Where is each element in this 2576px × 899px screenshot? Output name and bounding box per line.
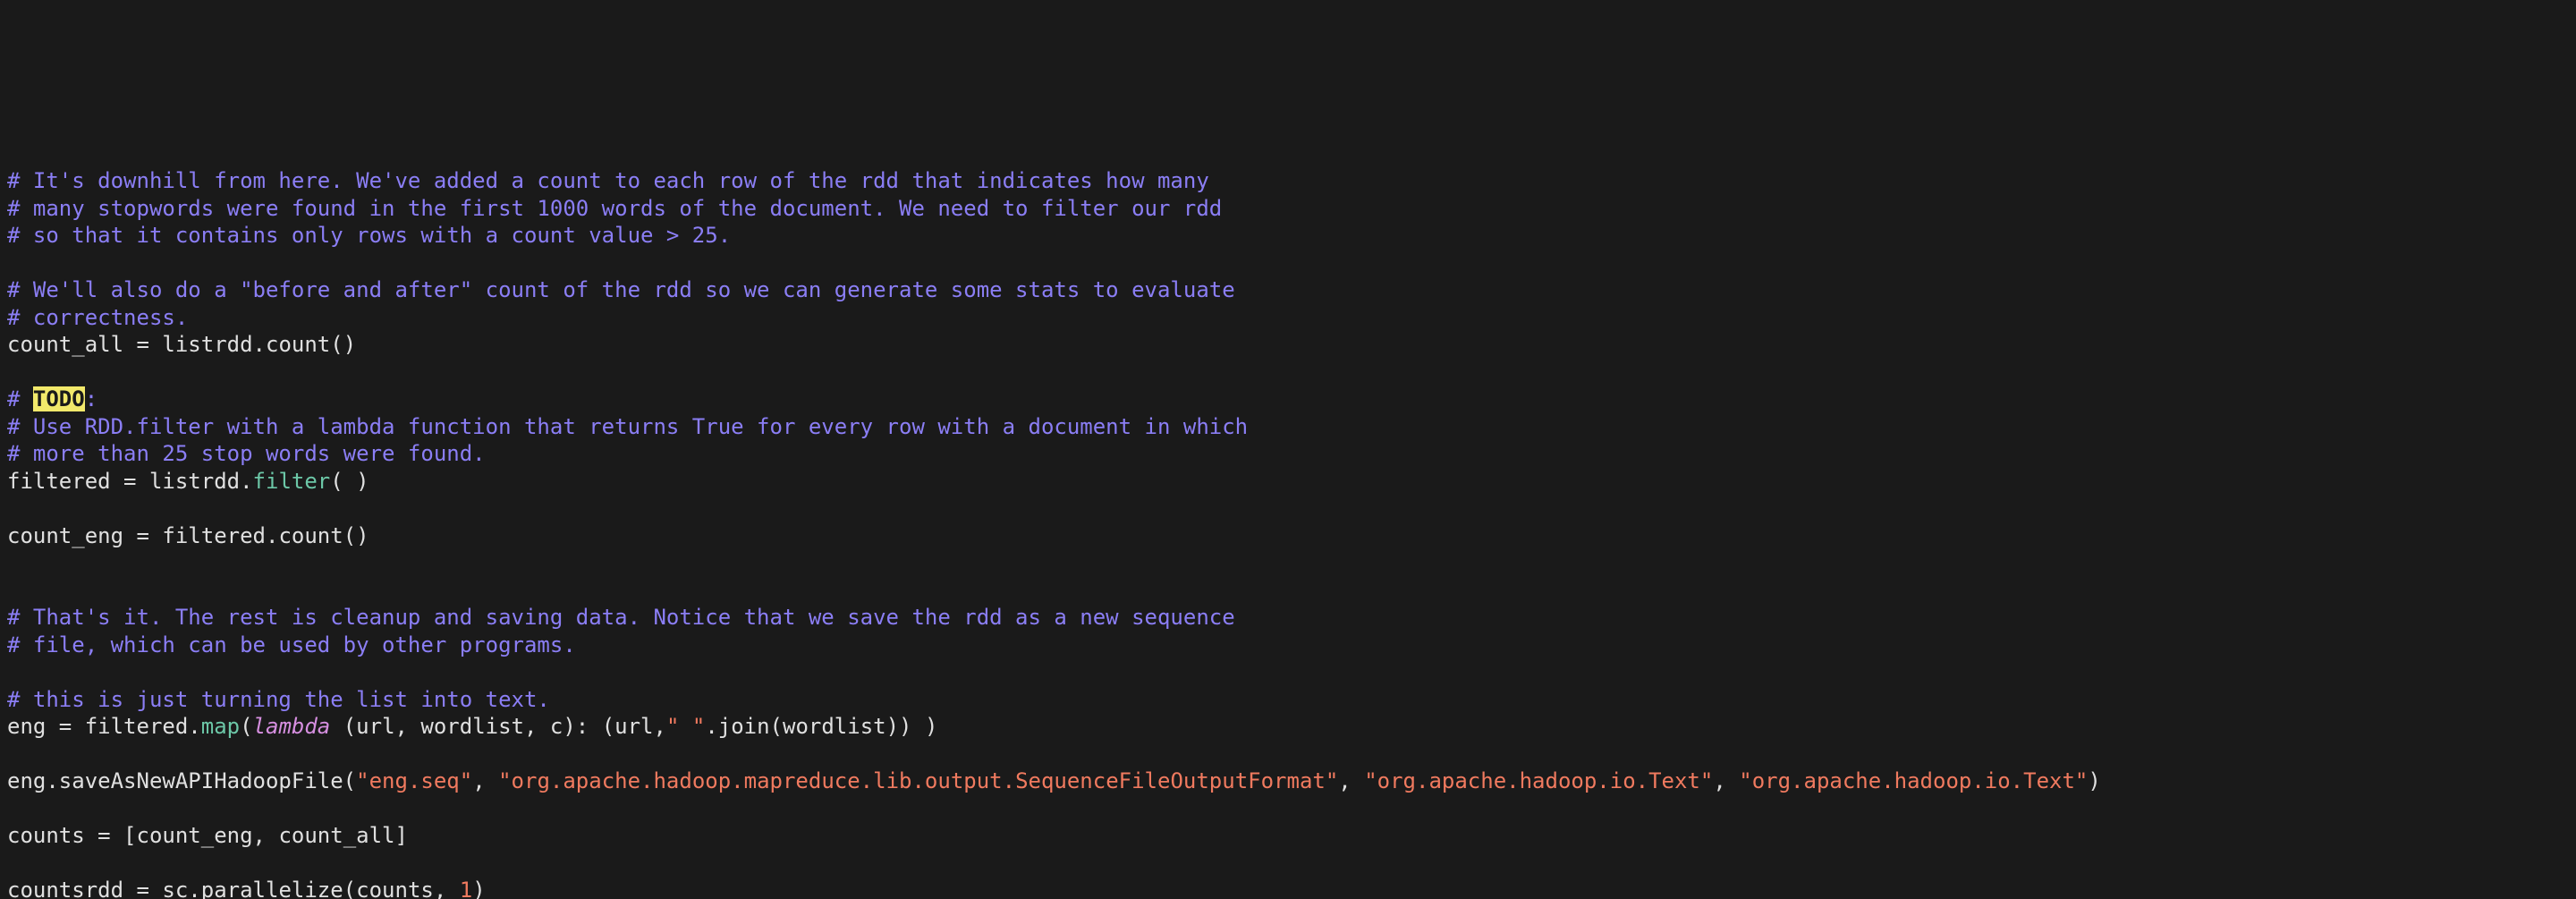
comment-hash: # <box>7 386 33 411</box>
code-text: listrdd. <box>137 469 253 494</box>
comment-line: # so that it contains only rows with a c… <box>7 223 731 248</box>
code-text: , <box>1338 768 1364 793</box>
operator: = <box>137 523 149 548</box>
code-text: count_eng <box>7 523 137 548</box>
comment-line: # Use RDD.filter with a lambda function … <box>7 414 1248 439</box>
code-text: count_all <box>7 332 137 357</box>
comment-line: # more than 25 stop words were found. <box>7 441 486 466</box>
code-text: filtered.count() <box>149 523 369 548</box>
string-literal: "org.apache.hadoop.mapreduce.lib.output.… <box>498 768 1338 793</box>
code-text: , <box>1713 768 1739 793</box>
code-text: filtered <box>7 469 123 494</box>
code-text: ( ) <box>330 469 369 494</box>
string-literal: "eng.seq" <box>356 768 472 793</box>
keyword-lambda: lambda <box>253 714 331 739</box>
code-text: sc.parallelize(counts, <box>149 878 460 899</box>
comment-line: # this is just turning the list into tex… <box>7 687 550 712</box>
code-text: ) <box>472 878 485 899</box>
operator: = <box>137 332 149 357</box>
string-literal: " " <box>666 714 705 739</box>
comment-line: # many stopwords were found in the first… <box>7 196 1222 221</box>
code-text: ( <box>240 714 252 739</box>
code-text: (url, wordlist, c): (url, <box>330 714 666 739</box>
todo-tag: TODO <box>33 386 85 411</box>
operator: = <box>137 878 149 899</box>
operator: = <box>97 823 110 848</box>
number-literal: 1 <box>460 878 472 899</box>
comment-line: # It's downhill from here. We've added a… <box>7 168 1209 193</box>
operator: = <box>123 469 136 494</box>
code-text: countsrdd <box>7 878 137 899</box>
method-call: map <box>201 714 240 739</box>
string-literal: "org.apache.hadoop.io.Text" <box>1364 768 1713 793</box>
code-text: listrdd.count() <box>149 332 356 357</box>
code-text: eng <box>7 714 59 739</box>
code-text: , <box>472 768 498 793</box>
operator: = <box>59 714 72 739</box>
method-call: filter <box>253 469 331 494</box>
comment-line: # file, which can be used by other progr… <box>7 632 576 657</box>
code-text: [count_eng, count_all] <box>111 823 408 848</box>
comment-colon: : <box>85 386 97 411</box>
code-text: eng.saveAsNewAPIHadoopFile( <box>7 768 356 793</box>
code-text: counts <box>7 823 97 848</box>
string-literal: "org.apache.hadoop.io.Text" <box>1739 768 2088 793</box>
editor-viewport[interactable]: # It's downhill from here. We've added a… <box>0 137 2576 899</box>
comment-line: # That's it. The rest is cleanup and sav… <box>7 605 1235 630</box>
comment-line: # correctness. <box>7 305 188 330</box>
code-text: filtered. <box>72 714 201 739</box>
code-text: .join(wordlist)) ) <box>705 714 937 739</box>
code-text: ) <box>2088 768 2100 793</box>
comment-line: # We'll also do a "before and after" cou… <box>7 277 1235 302</box>
